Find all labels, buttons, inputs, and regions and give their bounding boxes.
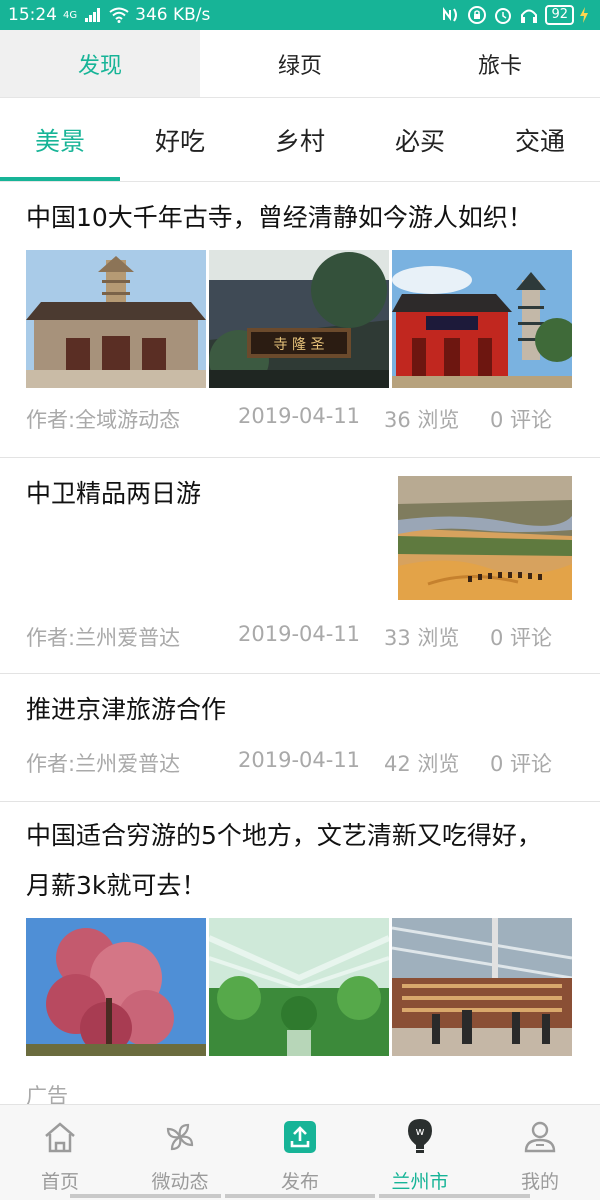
article-meta: 作者:兰州爱普达 2019-04-11 33 浏览 0 评论: [26, 622, 552, 652]
article-meta: 作者:兰州爱普达 2019-04-11 42 浏览 0 评论: [26, 748, 552, 778]
article-comments[interactable]: 0 评论: [490, 404, 552, 434]
tab-discover[interactable]: 发现: [0, 30, 200, 97]
nav-city[interactable]: w 兰州市: [360, 1105, 480, 1200]
nav-city-label: 兰州市: [391, 1171, 449, 1193]
article-views: 42 浏览: [384, 752, 460, 776]
blossom-tree-photo[interactable]: [26, 918, 206, 1056]
red-temple-gate-photo[interactable]: [392, 250, 572, 388]
nav-mine[interactable]: 我的: [480, 1105, 600, 1200]
article-date: 2019-04-11: [238, 404, 361, 428]
svg-text:寺 隆 圣: 寺 隆 圣: [274, 337, 325, 353]
status-bar: 15:24 4G 346 KB/s 92: [0, 0, 600, 30]
home-icon: [40, 1117, 80, 1157]
nav-moments[interactable]: 微动态: [120, 1105, 240, 1200]
top-tab-bar: 发现 绿页 旅卡: [0, 30, 600, 98]
article-date: 2019-04-11: [238, 748, 361, 772]
article-author: 作者:兰州爱普达: [26, 752, 181, 776]
article-card[interactable]: 中国10大千年古寺，曾经清静如今游人如织！ 寺 隆 圣 作者:全域游动态 201…: [0, 182, 600, 458]
article-comments[interactable]: 0 评论: [490, 622, 552, 652]
tab-green-pages[interactable]: 绿页: [200, 30, 400, 97]
tab-travel-card[interactable]: 旅卡: [400, 30, 600, 97]
nav-home-label: 首页: [40, 1171, 79, 1193]
nav-publish[interactable]: 发布: [240, 1105, 360, 1200]
article-image-row: 寺 隆 圣: [26, 250, 574, 388]
category-tab-village[interactable]: 乡村: [240, 98, 360, 181]
charging-icon: [580, 5, 588, 25]
pinwheel-icon: [160, 1117, 200, 1157]
signal-icon: [83, 5, 103, 25]
upload-icon: [280, 1117, 320, 1157]
article-comments[interactable]: 0 评论: [490, 748, 552, 778]
gesture-segment: [379, 1194, 531, 1198]
pagoda-temple-photo[interactable]: [26, 250, 206, 388]
ad-card[interactable]: 中国适合穷游的5个地方，文艺清新又吃得好， 月薪3k就可去！ 广告: [0, 802, 600, 1104]
nav-moments-label: 微动态: [151, 1171, 209, 1193]
article-feed: 中国10大千年古寺，曾经清静如今游人如织！ 寺 隆 圣 作者:全域游动态 201…: [0, 182, 600, 1104]
headphones-icon: [519, 5, 539, 25]
category-tab-transport[interactable]: 交通: [480, 98, 600, 181]
nfc-icon: [441, 5, 461, 25]
market-hall-photo[interactable]: [392, 918, 572, 1056]
status-bar-right: 92: [441, 5, 588, 25]
network-speed: 346 KB/s: [135, 5, 211, 25]
gesture-segment: [224, 1194, 376, 1198]
status-time: 15:24: [8, 5, 57, 25]
lock-icon: [467, 5, 487, 25]
wifi-icon: [109, 5, 129, 25]
article-views: 33 浏览: [384, 626, 460, 650]
ad-label: 广告: [26, 1084, 68, 1104]
article-meta: 作者:全域游动态 2019-04-11 36 浏览 0 评论: [26, 404, 552, 434]
battery-level: 92: [545, 5, 574, 25]
article-image-row: [26, 918, 574, 1056]
nav-publish-label: 发布: [280, 1171, 319, 1193]
gesture-segment: [70, 1194, 221, 1198]
nav-mine-label: 我的: [520, 1171, 559, 1193]
article-title-line-2[interactable]: 月薪3k就可去！: [26, 868, 574, 904]
article-title[interactable]: 推进京津旅游合作: [26, 692, 574, 728]
bottom-nav: 首页 微动态 发布 w 兰州市 我的: [0, 1104, 600, 1200]
article-card[interactable]: 推进京津旅游合作 作者:兰州爱普达 2019-04-11 42 浏览 0 评论: [0, 674, 600, 802]
article-date: 2019-04-11: [238, 622, 361, 646]
location-bulb-icon: w: [400, 1117, 440, 1157]
nav-home[interactable]: 首页: [0, 1105, 120, 1200]
category-tab-food[interactable]: 好吃: [120, 98, 240, 181]
category-tab-bar: 美景 好吃 乡村 必买 交通: [0, 98, 600, 182]
temple-plaque-photo[interactable]: 寺 隆 圣: [209, 250, 389, 388]
article-author: 作者:全域游动态: [26, 408, 181, 432]
article-title[interactable]: 中国10大千年古寺，曾经清静如今游人如织！: [26, 200, 574, 236]
article-title-line-1[interactable]: 中国适合穷游的5个地方，文艺清新又吃得好，: [26, 818, 574, 854]
status-bar-left: 15:24 4G 346 KB/s: [8, 5, 210, 25]
svg-text:w: w: [416, 1125, 425, 1138]
alarm-icon: [493, 5, 513, 25]
article-author: 作者:兰州爱普达: [26, 626, 181, 650]
article-views: 36 浏览: [384, 408, 460, 432]
gesture-bar: [70, 1194, 531, 1198]
category-tab-scenery[interactable]: 美景: [0, 98, 120, 181]
network-type: 4G: [63, 9, 78, 21]
greenhouse-photo[interactable]: [209, 918, 389, 1056]
user-icon: [520, 1117, 560, 1157]
category-tab-must-buy[interactable]: 必买: [360, 98, 480, 181]
desert-river-photo[interactable]: [398, 476, 572, 600]
